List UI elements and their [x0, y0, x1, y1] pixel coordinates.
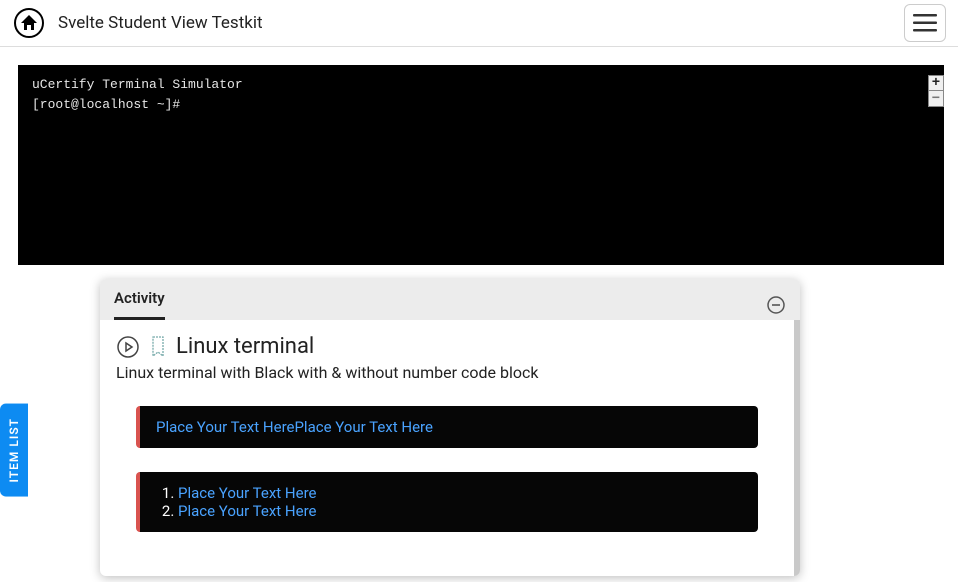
- code-block-numbered: Place Your Text Here Place Your Text Her…: [136, 472, 758, 532]
- list-item: Place Your Text Here: [178, 484, 742, 502]
- code-list: Place Your Text Here Place Your Text Her…: [178, 484, 742, 520]
- code-text: Place Your Text HerePlace Your Text Here: [156, 418, 433, 436]
- app-title: Svelte Student View Testkit: [58, 13, 263, 33]
- code-text: Place Your Text Here: [178, 502, 316, 520]
- minus-circle-icon: [767, 296, 785, 314]
- activity-header: Activity: [100, 279, 800, 320]
- code-block-plain: Place Your Text HerePlace Your Text Here: [136, 406, 758, 448]
- terminal-container: uCertify Terminal Simulator [root@localh…: [18, 65, 944, 265]
- terminal-zoom-controls: + −: [928, 75, 944, 107]
- collapse-button[interactable]: [766, 295, 786, 315]
- zoom-in-button[interactable]: +: [928, 75, 944, 91]
- terminal-prompt: [root@localhost ~]#: [32, 95, 930, 115]
- tab-activity[interactable]: Activity: [114, 289, 165, 320]
- activity-body: Linux terminal Linux terminal with Black…: [100, 320, 800, 576]
- bookmark-icon[interactable]: [150, 335, 166, 359]
- hamburger-icon: [913, 14, 937, 32]
- header-left: Svelte Student View Testkit: [12, 6, 263, 40]
- activity-subtitle: Linux terminal with Black with & without…: [116, 363, 778, 382]
- app-header: Svelte Student View Testkit: [0, 0, 958, 47]
- home-icon[interactable]: [12, 6, 46, 40]
- hamburger-menu-button[interactable]: [904, 4, 946, 42]
- item-list-tab[interactable]: ITEM LIST: [0, 404, 28, 497]
- zoom-out-button[interactable]: −: [928, 91, 944, 107]
- activity-title-row: Linux terminal: [116, 334, 778, 359]
- activity-card: Activity Linux terminal Linux termi: [100, 279, 800, 576]
- code-text: Place Your Text Here: [178, 484, 316, 502]
- play-icon[interactable]: [116, 335, 140, 359]
- list-item: Place Your Text Here: [178, 502, 742, 520]
- activity-title: Linux terminal: [176, 334, 314, 359]
- terminal-line: uCertify Terminal Simulator: [32, 75, 930, 95]
- terminal[interactable]: uCertify Terminal Simulator [root@localh…: [18, 65, 944, 265]
